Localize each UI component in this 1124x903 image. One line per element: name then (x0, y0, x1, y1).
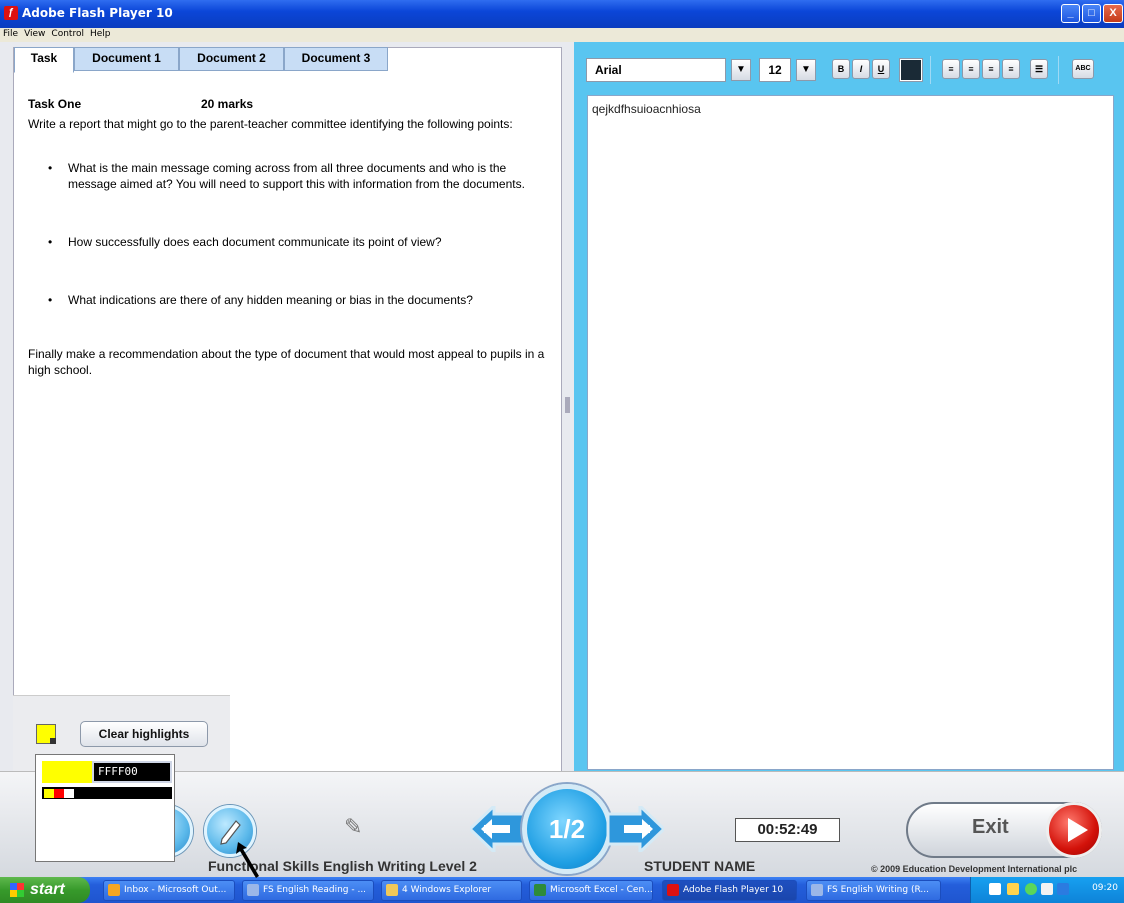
exit-label: Exit (972, 816, 1009, 838)
security-icon[interactable] (1025, 883, 1037, 895)
tab-document-3[interactable]: Document 3 (284, 47, 388, 71)
taskbar-item-explorer[interactable]: 4 Windows Explorer (381, 880, 522, 901)
taskbar-item-label: FS English Reading - ... (263, 885, 367, 895)
taskbar-item-writing[interactable]: FS English Writing (R... (806, 880, 941, 901)
taskbar-item-flash[interactable]: Adobe Flash Player 10 (662, 880, 797, 901)
palette-swatch-white[interactable] (64, 789, 74, 798)
task-conclusion: Finally make a recommendation about the … (28, 347, 545, 377)
folder-icon (386, 884, 398, 896)
windows-flag-icon (10, 883, 24, 897)
text-color-button[interactable] (899, 58, 923, 82)
toolbar-divider (1058, 56, 1059, 84)
clock: 09:20 (1092, 883, 1118, 893)
start-button[interactable]: start (0, 877, 90, 903)
current-color-preview (42, 761, 92, 783)
flash-icon: ƒ (4, 6, 18, 20)
network-icon[interactable] (1007, 883, 1019, 895)
answer-panel: Arial ▼ 12 ▼ B I U ≡ ≡ ≡ ≡ ☰ ABC qejkdfh… (574, 42, 1124, 775)
status-icon[interactable] (1057, 883, 1069, 895)
volume-icon[interactable] (1041, 883, 1053, 895)
maximize-button[interactable]: □ (1082, 4, 1101, 23)
bold-button[interactable]: B (832, 59, 850, 79)
tab-document-1[interactable]: Document 1 (74, 47, 179, 71)
previous-page-button[interactable] (470, 806, 528, 852)
spellcheck-button[interactable]: ABC (1072, 59, 1094, 79)
page-indicator: 1/2 (522, 784, 612, 874)
task-intro: Write a report that might go to the pare… (28, 117, 513, 131)
app-area: Task Document 1 Document 2 Document 3 Ta… (0, 42, 1124, 877)
minimize-button[interactable]: _ (1061, 4, 1080, 23)
document-icon (811, 884, 823, 896)
highlight-color-swatch[interactable] (36, 724, 56, 744)
cursor-arrow-icon (236, 842, 259, 878)
bullet-text: How successfully does each document comm… (68, 235, 442, 249)
list-item: • What indications are there of any hidd… (48, 293, 473, 307)
taskbar-item-reading[interactable]: FS English Reading - ... (242, 880, 374, 901)
hex-color-input[interactable]: FFFF00 (92, 761, 172, 783)
start-label: start (30, 881, 65, 898)
font-family-select[interactable]: Arial (586, 58, 726, 82)
tab-document-2[interactable]: Document 2 (179, 47, 284, 71)
menu-view[interactable]: View (21, 28, 48, 39)
task-heading: Task One (28, 97, 82, 111)
task-panel: Task Document 1 Document 2 Document 3 Ta… (13, 47, 562, 772)
taskbar-item-label: 4 Windows Explorer (402, 885, 492, 895)
align-justify-button[interactable]: ≡ (1002, 59, 1020, 79)
countdown-timer: 00:52:49 (735, 818, 840, 842)
exit-button[interactable]: Exit (906, 802, 1102, 858)
toolbar-divider (930, 56, 931, 84)
flash-icon (667, 884, 679, 896)
font-size-select[interactable]: 12 (759, 58, 791, 82)
tab-task[interactable]: Task (14, 47, 74, 73)
window-title-bar: ƒ Adobe Flash Player 10 _ □ X (0, 0, 1124, 28)
taskbar-item-excel[interactable]: Microsoft Excel - Cen... (529, 880, 653, 901)
taskbar-item-label: Adobe Flash Player 10 (683, 885, 784, 895)
clear-highlights-button[interactable]: Clear highlights (80, 721, 208, 747)
taskbar-item-outlook[interactable]: Inbox - Microsoft Out... (103, 880, 235, 901)
task-content: Task One 20 marks Write a report that mi… (28, 96, 548, 394)
color-picker-popup: FFFF00 (35, 754, 175, 862)
excel-icon (534, 884, 546, 896)
answer-text-area[interactable]: qejkdfhsuioacnhiosa (587, 95, 1114, 770)
taskbar: start Inbox - Microsoft Out... FS Englis… (0, 877, 1124, 903)
taskbar-item-label: Inbox - Microsoft Out... (124, 885, 227, 895)
palette-swatch-red[interactable] (54, 789, 64, 798)
copyright-text: © 2009 Education Development Internation… (871, 864, 1078, 874)
align-center-button[interactable]: ≡ (962, 59, 980, 79)
bullet-list-button[interactable]: ☰ (1030, 59, 1048, 79)
font-dropdown-button[interactable]: ▼ (731, 59, 751, 81)
window-title: Adobe Flash Player 10 (22, 6, 173, 20)
student-name: STUDENT NAME (644, 858, 756, 874)
menu-bar: File View Control Help (0, 28, 1124, 42)
pencil-icon[interactable]: ✎ (344, 814, 362, 840)
size-dropdown-button[interactable]: ▼ (796, 59, 816, 81)
outlook-icon (108, 884, 120, 896)
bullet-text: What indications are there of any hidden… (68, 293, 473, 307)
color-palette[interactable] (42, 787, 172, 799)
chevron-down-icon (50, 738, 56, 744)
menu-file[interactable]: File (0, 28, 21, 39)
align-left-button[interactable]: ≡ (942, 59, 960, 79)
menu-help[interactable]: Help (87, 28, 114, 39)
panel-splitter-handle[interactable] (565, 397, 570, 413)
bullet-text: What is the main message coming across f… (68, 161, 525, 191)
play-arrow-icon (1046, 802, 1102, 858)
taskbar-item-label: FS English Writing (R... (827, 885, 929, 895)
align-right-button[interactable]: ≡ (982, 59, 1000, 79)
system-tray: 09:20 (970, 877, 1124, 903)
task-marks: 20 marks (201, 97, 254, 111)
help-icon[interactable] (989, 883, 1001, 895)
close-button[interactable]: X (1103, 4, 1123, 23)
underline-button[interactable]: U (872, 59, 890, 79)
task-heading-row: Task One 20 marks (28, 96, 548, 116)
list-item: • How successfully does each document co… (48, 235, 442, 249)
italic-button[interactable]: I (852, 59, 870, 79)
palette-swatch-yellow[interactable] (44, 789, 54, 798)
menu-control[interactable]: Control (48, 28, 87, 39)
taskbar-item-label: Microsoft Excel - Cen... (550, 885, 653, 895)
document-icon (247, 884, 259, 896)
next-page-button[interactable] (606, 806, 664, 852)
list-item: • What is the main message coming across… (48, 161, 525, 191)
